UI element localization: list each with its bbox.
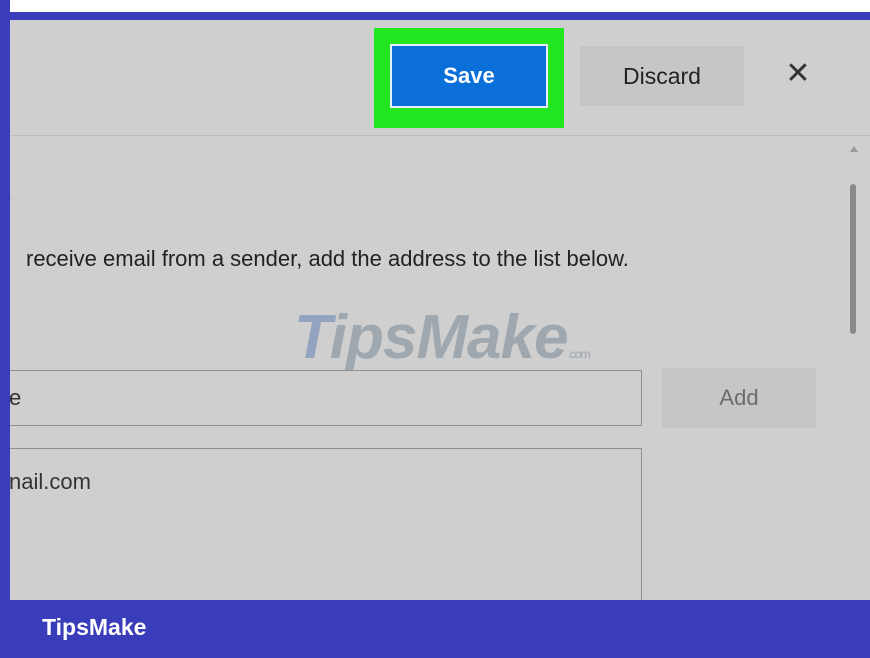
sender-address-input[interactable]: e [10, 370, 642, 426]
watermark-suffix: .com [567, 347, 590, 361]
vertical-scrollbar[interactable] [848, 146, 858, 346]
frame-left-border [0, 0, 10, 610]
scroll-thumb[interactable] [850, 184, 856, 334]
list-item[interactable]: nail.com [10, 469, 641, 495]
section-heading: s [10, 182, 11, 208]
toolbar: Save Discard ✕ [10, 20, 870, 136]
safe-senders-panel: Save Discard ✕ s receive email from a se… [10, 20, 870, 600]
add-button[interactable]: Add [662, 368, 816, 428]
close-icon[interactable]: ✕ [778, 54, 818, 94]
scroll-up-arrow-icon[interactable] [850, 146, 858, 152]
watermark-letter: T [294, 303, 331, 372]
discard-button[interactable]: Discard [580, 46, 744, 106]
save-button[interactable]: Save [390, 44, 548, 108]
watermark-logo: TipsMake.com [294, 302, 590, 373]
footer-brand: TipsMake [42, 614, 147, 640]
footer-bar: TipsMake [0, 600, 870, 658]
section-description: receive email from a sender, add the add… [26, 246, 629, 271]
watermark-rest: ipsMake [329, 303, 569, 372]
safe-senders-list[interactable]: nail.com [10, 448, 642, 600]
frame-top-border [0, 12, 870, 20]
